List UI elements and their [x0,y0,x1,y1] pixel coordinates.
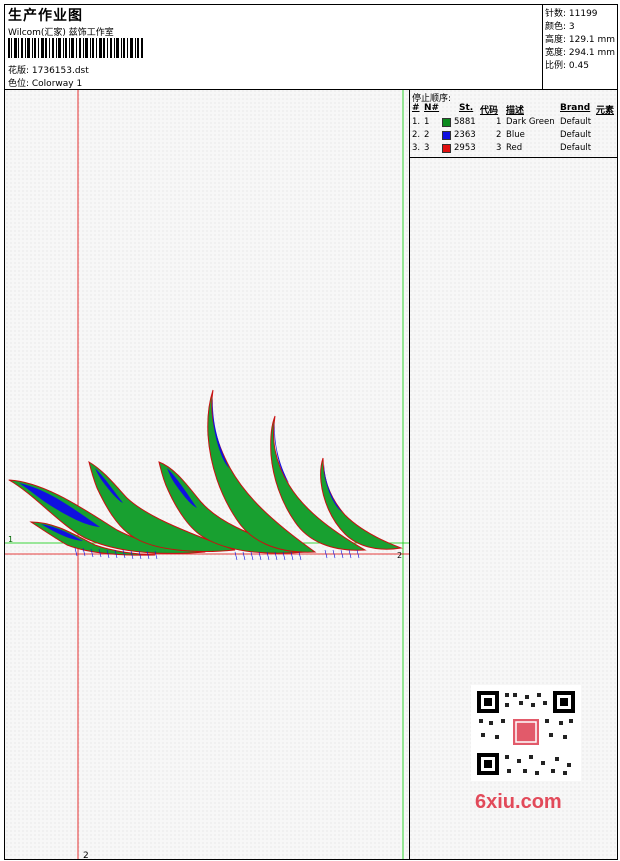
row-stitches: 5881 [454,117,476,127]
color-swatch-dark-green [442,118,451,127]
row-brand: Default [560,143,592,153]
row-code: 1 [496,117,502,127]
qr-code-icon [471,685,581,781]
color-swatch-blue [442,131,451,140]
stats-panel: 针数: 11199 颜色: 3 高度: 129.1 mm 宽度: 294.1 m… [542,5,617,89]
row-index: 2. [412,130,421,140]
row-n: 1 [424,117,430,127]
page-title: 生产作业图 [8,8,83,24]
stitch-count: 针数: 11199 [545,9,598,19]
barcode-icon [8,38,143,58]
row-stitches: 2363 [454,130,476,140]
color-swatch-red [442,144,451,153]
design-file-label: 花版: 1736153.dst [8,66,89,76]
col-header-n: N# [424,103,440,113]
row-n: 2 [424,130,430,140]
colorway-label: 色位: Colorway 1 [8,79,83,89]
design-width: 宽度: 294.1 mm [545,48,616,58]
color-count: 颜色: 3 [545,22,575,32]
embroidery-preview: 1 2 2 [5,90,409,860]
row-stitches: 2953 [454,143,476,153]
row-desc: Blue [506,130,525,140]
row-n: 3 [424,143,430,153]
guide-label-left: 1 [8,535,13,544]
color-table: # N# St. 代码 描述 Brand 元素 1. 1 5881 1 Dark… [410,102,617,158]
guide-label-right: 2 [397,551,402,560]
row-code: 3 [496,143,502,153]
production-worksheet: 生产作业图 Wilcom(汇家) 兹饰工作室 花版: 1736153.dst 色… [4,4,618,860]
header-panel: 生产作业图 Wilcom(汇家) 兹饰工作室 花版: 1736153.dst 色… [5,5,617,90]
row-index: 3. [412,143,421,153]
company-name: Wilcom(汇家) 兹饰工作室 [8,28,114,38]
row-desc: Red [506,143,523,153]
col-header-code: 代码 [480,106,499,116]
row-brand: Default [560,117,592,127]
row-desc: Dark Green [506,117,555,127]
col-header-st: St. [459,103,474,113]
col-header-brand: Brand [560,103,591,113]
row-index: 1. [412,117,421,127]
col-header-desc: 描述 [506,106,525,116]
watermark-logo: 6xiu.com [475,791,562,813]
row-code: 2 [496,130,502,140]
guide-label-bottom: 2 [83,851,89,860]
row-brand: Default [560,130,592,140]
design-scale: 比例: 0.45 [545,61,589,71]
col-header-index: # [412,103,420,113]
col-header-element: 元素 [596,106,615,116]
design-height: 高度: 129.1 mm [545,35,616,45]
